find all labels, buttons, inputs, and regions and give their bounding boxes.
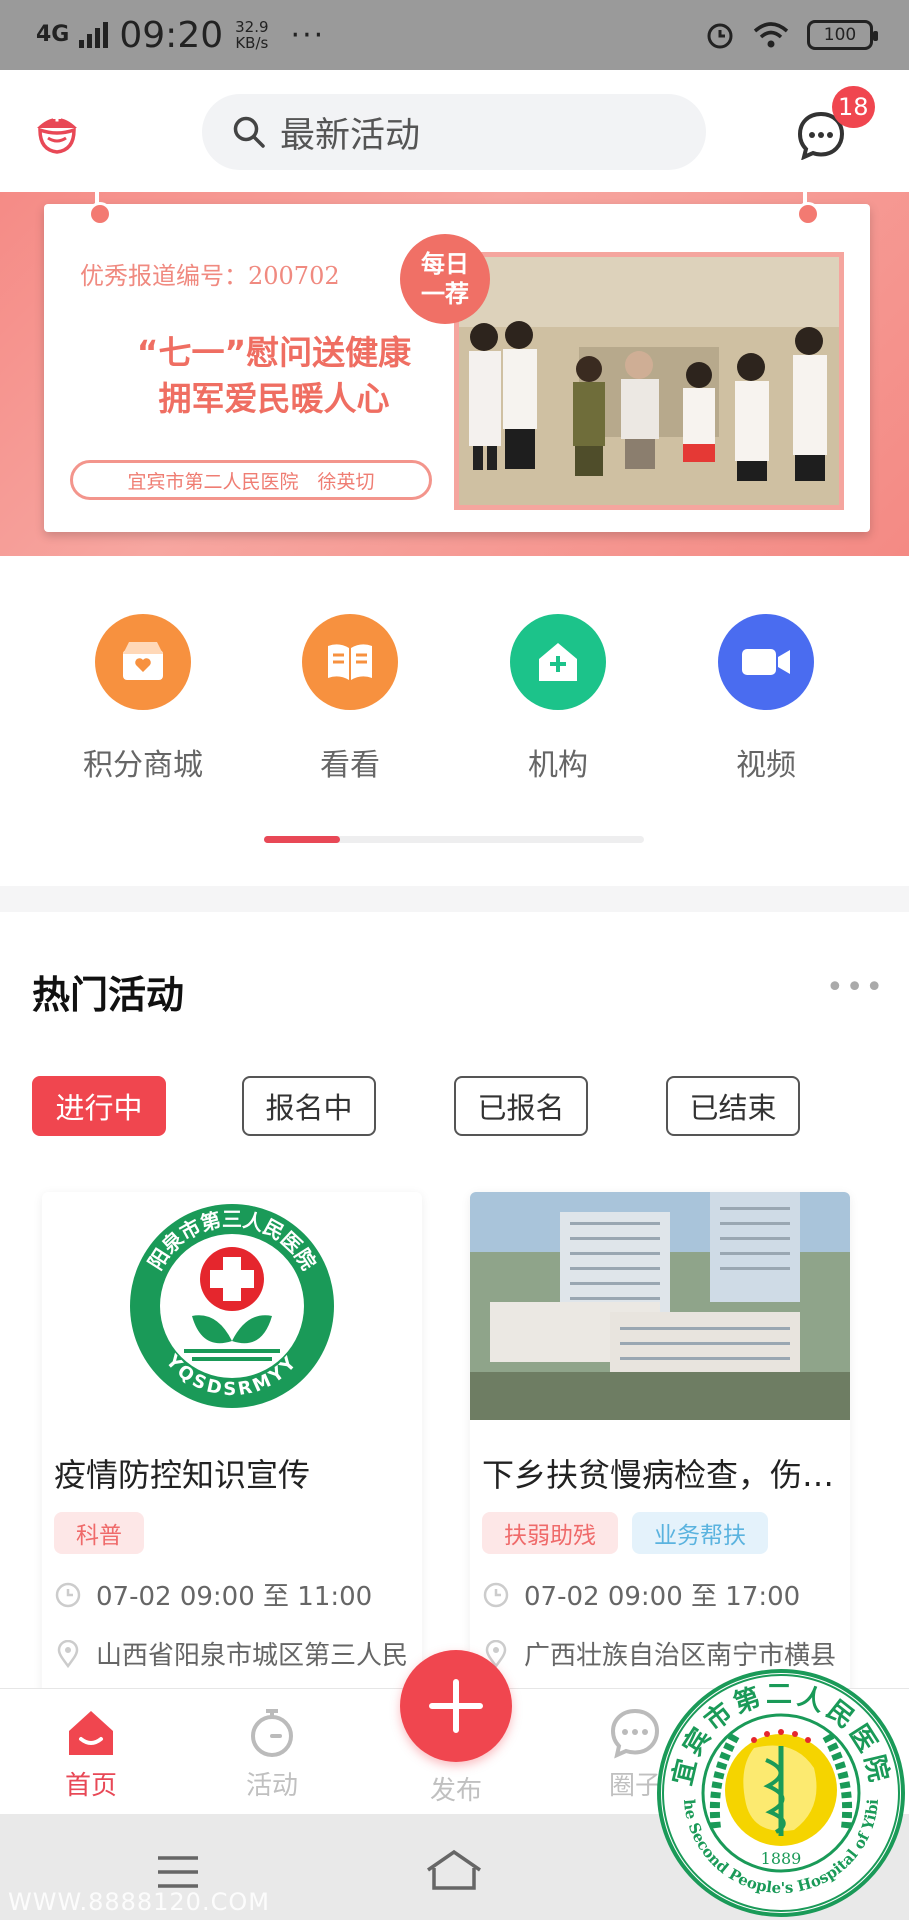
hospital-seal-logo: 宜宾市第二人民医院 The Second People's Hospital o…: [654, 1668, 905, 1917]
pin-icon: [796, 192, 820, 226]
quick-entry-label: 视频: [736, 748, 796, 783]
pin-icon: [88, 192, 112, 226]
card-time: 07-02 09:00 至 11:00: [54, 1576, 410, 1613]
location-pin-icon: [57, 1639, 79, 1668]
watermark-text: WWW.8888120.COM: [8, 1888, 270, 1916]
card-tags: 扶弱助残 业务帮扶: [482, 1512, 838, 1554]
home-button-icon[interactable]: [424, 1848, 484, 1892]
time-text: 07-02 09:00 至 11:00: [96, 1582, 373, 1612]
banner-title: “七一”慰问送健康 拥军爱民暖人心: [84, 330, 464, 422]
card-image: 阳泉市第三人民医院 YQSDSRMYY: [42, 1192, 422, 1420]
section-title: 热门活动: [32, 973, 185, 1017]
menu-icon[interactable]: [156, 1854, 200, 1890]
battery-icon: 100: [807, 20, 878, 50]
daily-badge-line2: 一荐: [421, 280, 469, 308]
filter-registered[interactable]: 已报名: [454, 1076, 588, 1136]
daily-badge-line1: 每日: [421, 250, 469, 278]
tag: 业务帮扶: [632, 1512, 768, 1554]
network-speed: 32.9 KB/s: [235, 19, 268, 51]
tag: 扶弱助残: [482, 1512, 618, 1554]
quick-entry-video[interactable]: 视频: [686, 614, 846, 784]
card-location: 山西省阳泉市城区第三人民…: [54, 1635, 410, 1672]
message-count-badge: 18: [832, 86, 875, 128]
filter-ongoing[interactable]: 进行中: [32, 1076, 166, 1136]
publish-label: 发布: [429, 1776, 482, 1806]
battery-level: 100: [823, 25, 857, 45]
pager-active-indicator: [264, 836, 340, 843]
nav-label: 活动: [245, 1771, 298, 1801]
hospital-emblem-image: 阳泉市第三人民医院 YQSDSRMYY: [130, 1204, 334, 1408]
clock: 09:20: [119, 14, 224, 56]
alarm-icon: [707, 23, 733, 49]
signal-icon: 4G: [36, 22, 70, 47]
banner-title-line2: 拥军爱民暖人心: [158, 379, 390, 418]
card-title: 下乡扶贫慢病检查，伤…: [482, 1456, 835, 1494]
more-status-icon: ···: [290, 17, 326, 53]
search-icon: [233, 116, 265, 148]
plus-icon: [429, 1679, 483, 1733]
quick-entry-label: 机构: [528, 748, 588, 783]
card-title: 疫情防控知识宣传: [54, 1456, 311, 1494]
quick-entry-institution[interactable]: 机构: [478, 614, 638, 784]
location-text: 山西省阳泉市城区第三人民…: [96, 1641, 410, 1671]
section-divider: [0, 886, 909, 912]
store-icon: [95, 614, 191, 710]
quick-entry-label: 看看: [320, 748, 380, 783]
banner-author: 宜宾市第二人民医院 徐英切: [70, 460, 432, 500]
clock-icon: [55, 1582, 81, 1607]
activity-card[interactable]: 下乡扶贫慢病检查，伤… 扶弱助残 业务帮扶 07-02 09:00 至 17:0…: [470, 1192, 850, 1712]
quick-entry-label: 积分商城: [83, 748, 203, 783]
location-text: 广西壮族自治区南宁市横县…: [524, 1641, 838, 1671]
banner-title-line1: “七一”慰问送健康: [136, 333, 412, 372]
wifi-icon: [753, 22, 789, 48]
quick-entry-look[interactable]: 看看: [270, 614, 430, 784]
hospital-icon: [510, 614, 606, 710]
nav-home[interactable]: 首页: [26, 1707, 156, 1802]
filter-ended[interactable]: 已结束: [666, 1076, 800, 1136]
nav-label: 首页: [64, 1771, 117, 1801]
more-options-icon[interactable]: •••: [826, 970, 885, 1005]
quick-entry-points-mall[interactable]: 积分商城: [63, 614, 223, 784]
hospital-building-photo: [470, 1192, 850, 1420]
status-bar: 4G 09:20 32.9 KB/s ··· 100: [0, 0, 909, 70]
card-tags: 科普: [54, 1512, 410, 1554]
publish-button[interactable]: [400, 1650, 512, 1762]
stopwatch-icon: [251, 1709, 293, 1757]
home-icon: [69, 1711, 113, 1755]
nurse-logo-icon[interactable]: [32, 106, 82, 156]
quick-entry-grid: 积分商城 看看 机构 视频: [0, 556, 909, 886]
search-placeholder: 最新活动: [280, 115, 421, 156]
top-bar: 最新活动 18: [0, 70, 909, 192]
featured-banner[interactable]: 优秀报道编号：200702 “七一”慰问送健康 拥军爱民暖人心 宜宾市第二人民医…: [0, 192, 909, 556]
banner-card[interactable]: 优秀报道编号：200702 “七一”慰问送健康 拥军爱民暖人心 宜宾市第二人民医…: [44, 192, 870, 532]
nav-activity[interactable]: 活动: [207, 1707, 337, 1802]
card-location: 广西壮族自治区南宁市横县…: [482, 1635, 838, 1672]
speed-unit: KB/s: [235, 34, 269, 52]
time-text: 07-02 09:00 至 17:00: [524, 1582, 801, 1612]
group-photo-image: [459, 257, 839, 505]
search-bar[interactable]: 最新活动: [202, 94, 706, 170]
cell-bars-icon: [79, 22, 109, 48]
seal-year: 1889: [761, 1849, 802, 1868]
filter-registering[interactable]: 报名中: [242, 1076, 376, 1136]
daily-recommend-badge: 每日 一荐: [400, 234, 490, 324]
card-image: [470, 1192, 850, 1420]
report-number: 优秀报道编号：200702: [80, 262, 340, 290]
banner-photo: [454, 252, 844, 510]
video-camera-icon: [718, 614, 814, 710]
activity-card[interactable]: 阳泉市第三人民医院 YQSDSRMYY 疫情防控知识宣传 科普 07-02 09…: [42, 1192, 422, 1712]
book-icon: [302, 614, 398, 710]
clock-icon: [483, 1582, 509, 1607]
tag: 科普: [54, 1512, 144, 1554]
carousel-pager: [264, 836, 644, 843]
card-time: 07-02 09:00 至 17:00: [482, 1576, 838, 1613]
